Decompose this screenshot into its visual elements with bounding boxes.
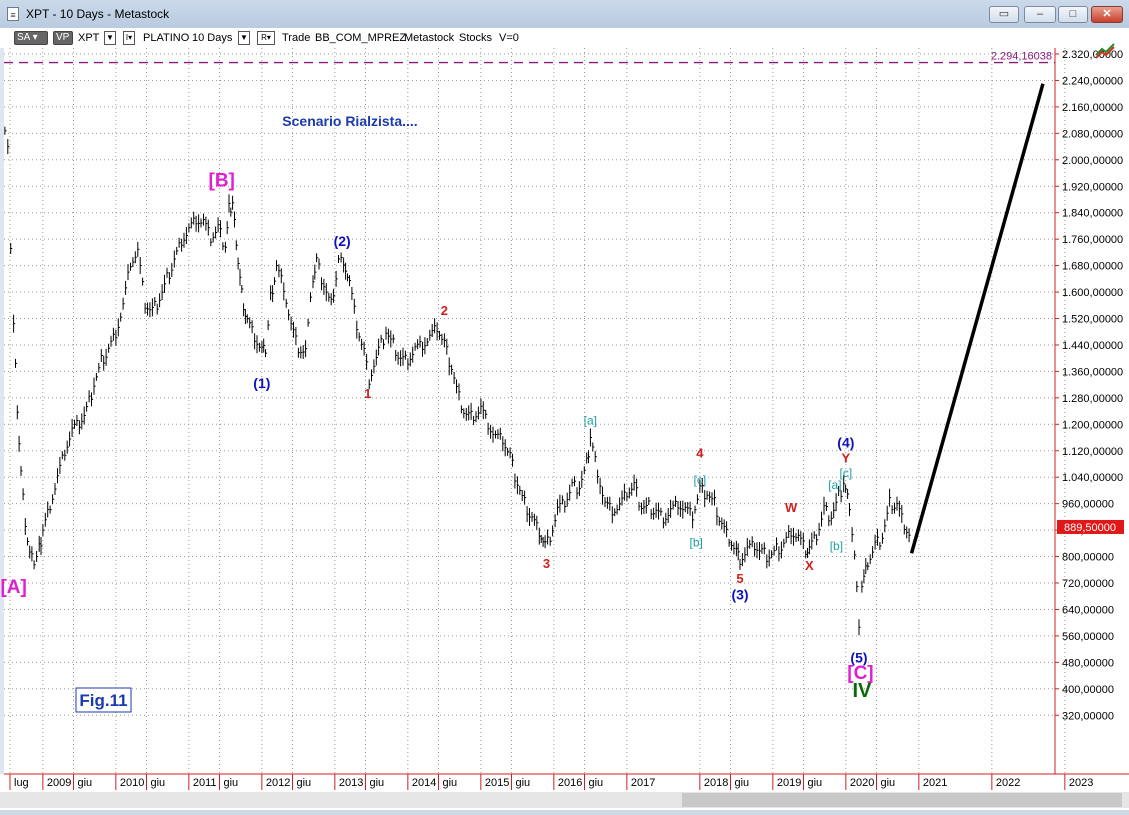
figure-label: Fig.11 <box>79 691 127 710</box>
wave-label: IV <box>852 680 872 702</box>
wave-label: [a] <box>584 413 597 427</box>
wave-label: [b] <box>830 539 843 553</box>
price-tick-label: 480,00000 <box>1062 657 1114 669</box>
price-tick-label: 720,00000 <box>1062 578 1114 590</box>
wave-label: (1) <box>253 375 270 391</box>
price-tick-label: 1.200,00000 <box>1062 419 1123 431</box>
restore-icon[interactable]: ▭ <box>989 6 1019 23</box>
time-tick-label: 2020 <box>850 777 874 789</box>
price-tick-label: 320,00000 <box>1062 710 1114 722</box>
price-tick-label: 1.680,00000 <box>1062 261 1123 273</box>
figure-label-box: Fig.11 <box>75 687 132 713</box>
price-tick-label: 800,00000 <box>1062 552 1114 564</box>
plot-background <box>4 48 1055 774</box>
wave-label: [b] <box>690 536 703 550</box>
time-tick-label: giu <box>297 777 312 789</box>
title-bar: ≡ XPT - 10 Days - Metastock ▭ ‒ □ ✕ <box>0 0 1129 28</box>
wave-label: Y <box>842 450 851 465</box>
scroll-thumb <box>682 793 1122 807</box>
price-tick-label: 1.040,00000 <box>1062 472 1123 484</box>
maximize-icon[interactable]: □ <box>1058 6 1088 23</box>
resistance-label: 2.294,16038 <box>991 51 1052 63</box>
time-tick-label: giu <box>151 777 166 789</box>
time-tick-label: 2018 <box>704 777 728 789</box>
price-tick-label: 2.000,00000 <box>1062 155 1123 167</box>
wave-label: X <box>805 558 814 573</box>
time-tick-label: giu <box>589 777 604 789</box>
wave-label: [c] <box>840 466 853 480</box>
time-tick-label: giu <box>443 777 458 789</box>
time-tick-label: 2010 <box>120 777 144 789</box>
price-tick-label: 1.360,00000 <box>1062 366 1123 378</box>
time-tick-label: giu <box>881 777 896 789</box>
time-tick-label: lug <box>14 777 29 789</box>
wave-label: [c] <box>694 473 707 487</box>
time-tick-label: 2021 <box>923 777 947 789</box>
wave-label: (3) <box>731 587 748 603</box>
metastock-window: ≡ XPT - 10 Days - Metastock ▭ ‒ □ ✕ SA ▾… <box>0 0 1129 810</box>
price-tick-label: 2.160,00000 <box>1062 102 1123 114</box>
time-tick-label: giu <box>370 777 385 789</box>
wave-label: 2 <box>441 303 448 318</box>
wave-label: 3 <box>543 556 550 571</box>
time-tick-label: giu <box>516 777 531 789</box>
price-tick-label: 1.120,00000 <box>1062 446 1123 458</box>
last-price-label: 889,50000 <box>1064 522 1116 534</box>
price-tick-label: 2.080,00000 <box>1062 128 1123 140</box>
scenario-title: Scenario Rialzista.... <box>282 113 417 129</box>
chart-area[interactable]: 2.294,16038 2.320,00000 2.240,00000 2.160,… <box>0 28 1129 810</box>
window-title: XPT - 10 Days - Metastock <box>26 7 170 21</box>
price-tick-label: 560,00000 <box>1062 631 1114 643</box>
wave-label: 4 <box>696 445 704 460</box>
wave-label: 5 <box>736 571 743 586</box>
time-tick-label: giu <box>78 777 93 789</box>
time-tick-label: 2009 <box>47 777 71 789</box>
time-tick-label: giu <box>808 777 823 789</box>
wave-label: [A] <box>0 577 26 598</box>
wave-label: 1 <box>364 386 371 401</box>
time-tick-label: 2022 <box>996 777 1020 789</box>
price-tick-label: 960,00000 <box>1062 499 1114 511</box>
wave-label: W <box>785 500 798 515</box>
time-tick-label: 2015 <box>485 777 509 789</box>
close-icon[interactable]: ✕ <box>1091 6 1123 23</box>
price-tick-label: 640,00000 <box>1062 604 1114 616</box>
price-tick-label: 2.320,00000 <box>1062 49 1123 61</box>
price-tick-label: 2.240,00000 <box>1062 75 1123 87</box>
document-icon: ≡ <box>7 7 19 21</box>
time-tick-label: 2017 <box>631 777 655 789</box>
price-tick-label: 1.600,00000 <box>1062 287 1123 299</box>
wave-label: (4) <box>837 434 854 450</box>
time-tick-label: 2016 <box>558 777 582 789</box>
time-tick-label: 2012 <box>266 777 290 789</box>
price-tick-label: 1.440,00000 <box>1062 340 1123 352</box>
time-tick-label: 2019 <box>777 777 801 789</box>
time-tick-label: 2014 <box>412 777 436 789</box>
wave-label: [B] <box>209 170 235 191</box>
time-tick-label: giu <box>224 777 239 789</box>
price-tick-label: 1.760,00000 <box>1062 234 1123 246</box>
scroll-bar[interactable] <box>0 792 1129 808</box>
minimize-icon[interactable]: ‒ <box>1024 6 1056 23</box>
price-chart[interactable]: 2.294,16038 2.320,00000 2.240,00000 2.160,… <box>0 28 1129 810</box>
price-tick-label: 1.840,00000 <box>1062 208 1123 220</box>
price-tick-label: 400,00000 <box>1062 684 1114 696</box>
time-tick-label: 2011 <box>193 777 217 789</box>
price-tick-label: 1.280,00000 <box>1062 393 1123 405</box>
price-tick-label: 1.520,00000 <box>1062 314 1123 326</box>
wave-label: (2) <box>334 233 351 249</box>
last-price-marker: 889,50000 <box>1057 519 1124 534</box>
time-tick-label: 2023 <box>1069 777 1093 789</box>
price-tick-label: 1.920,00000 <box>1062 181 1123 193</box>
time-tick-label: 2013 <box>339 777 363 789</box>
time-tick-label: giu <box>735 777 750 789</box>
